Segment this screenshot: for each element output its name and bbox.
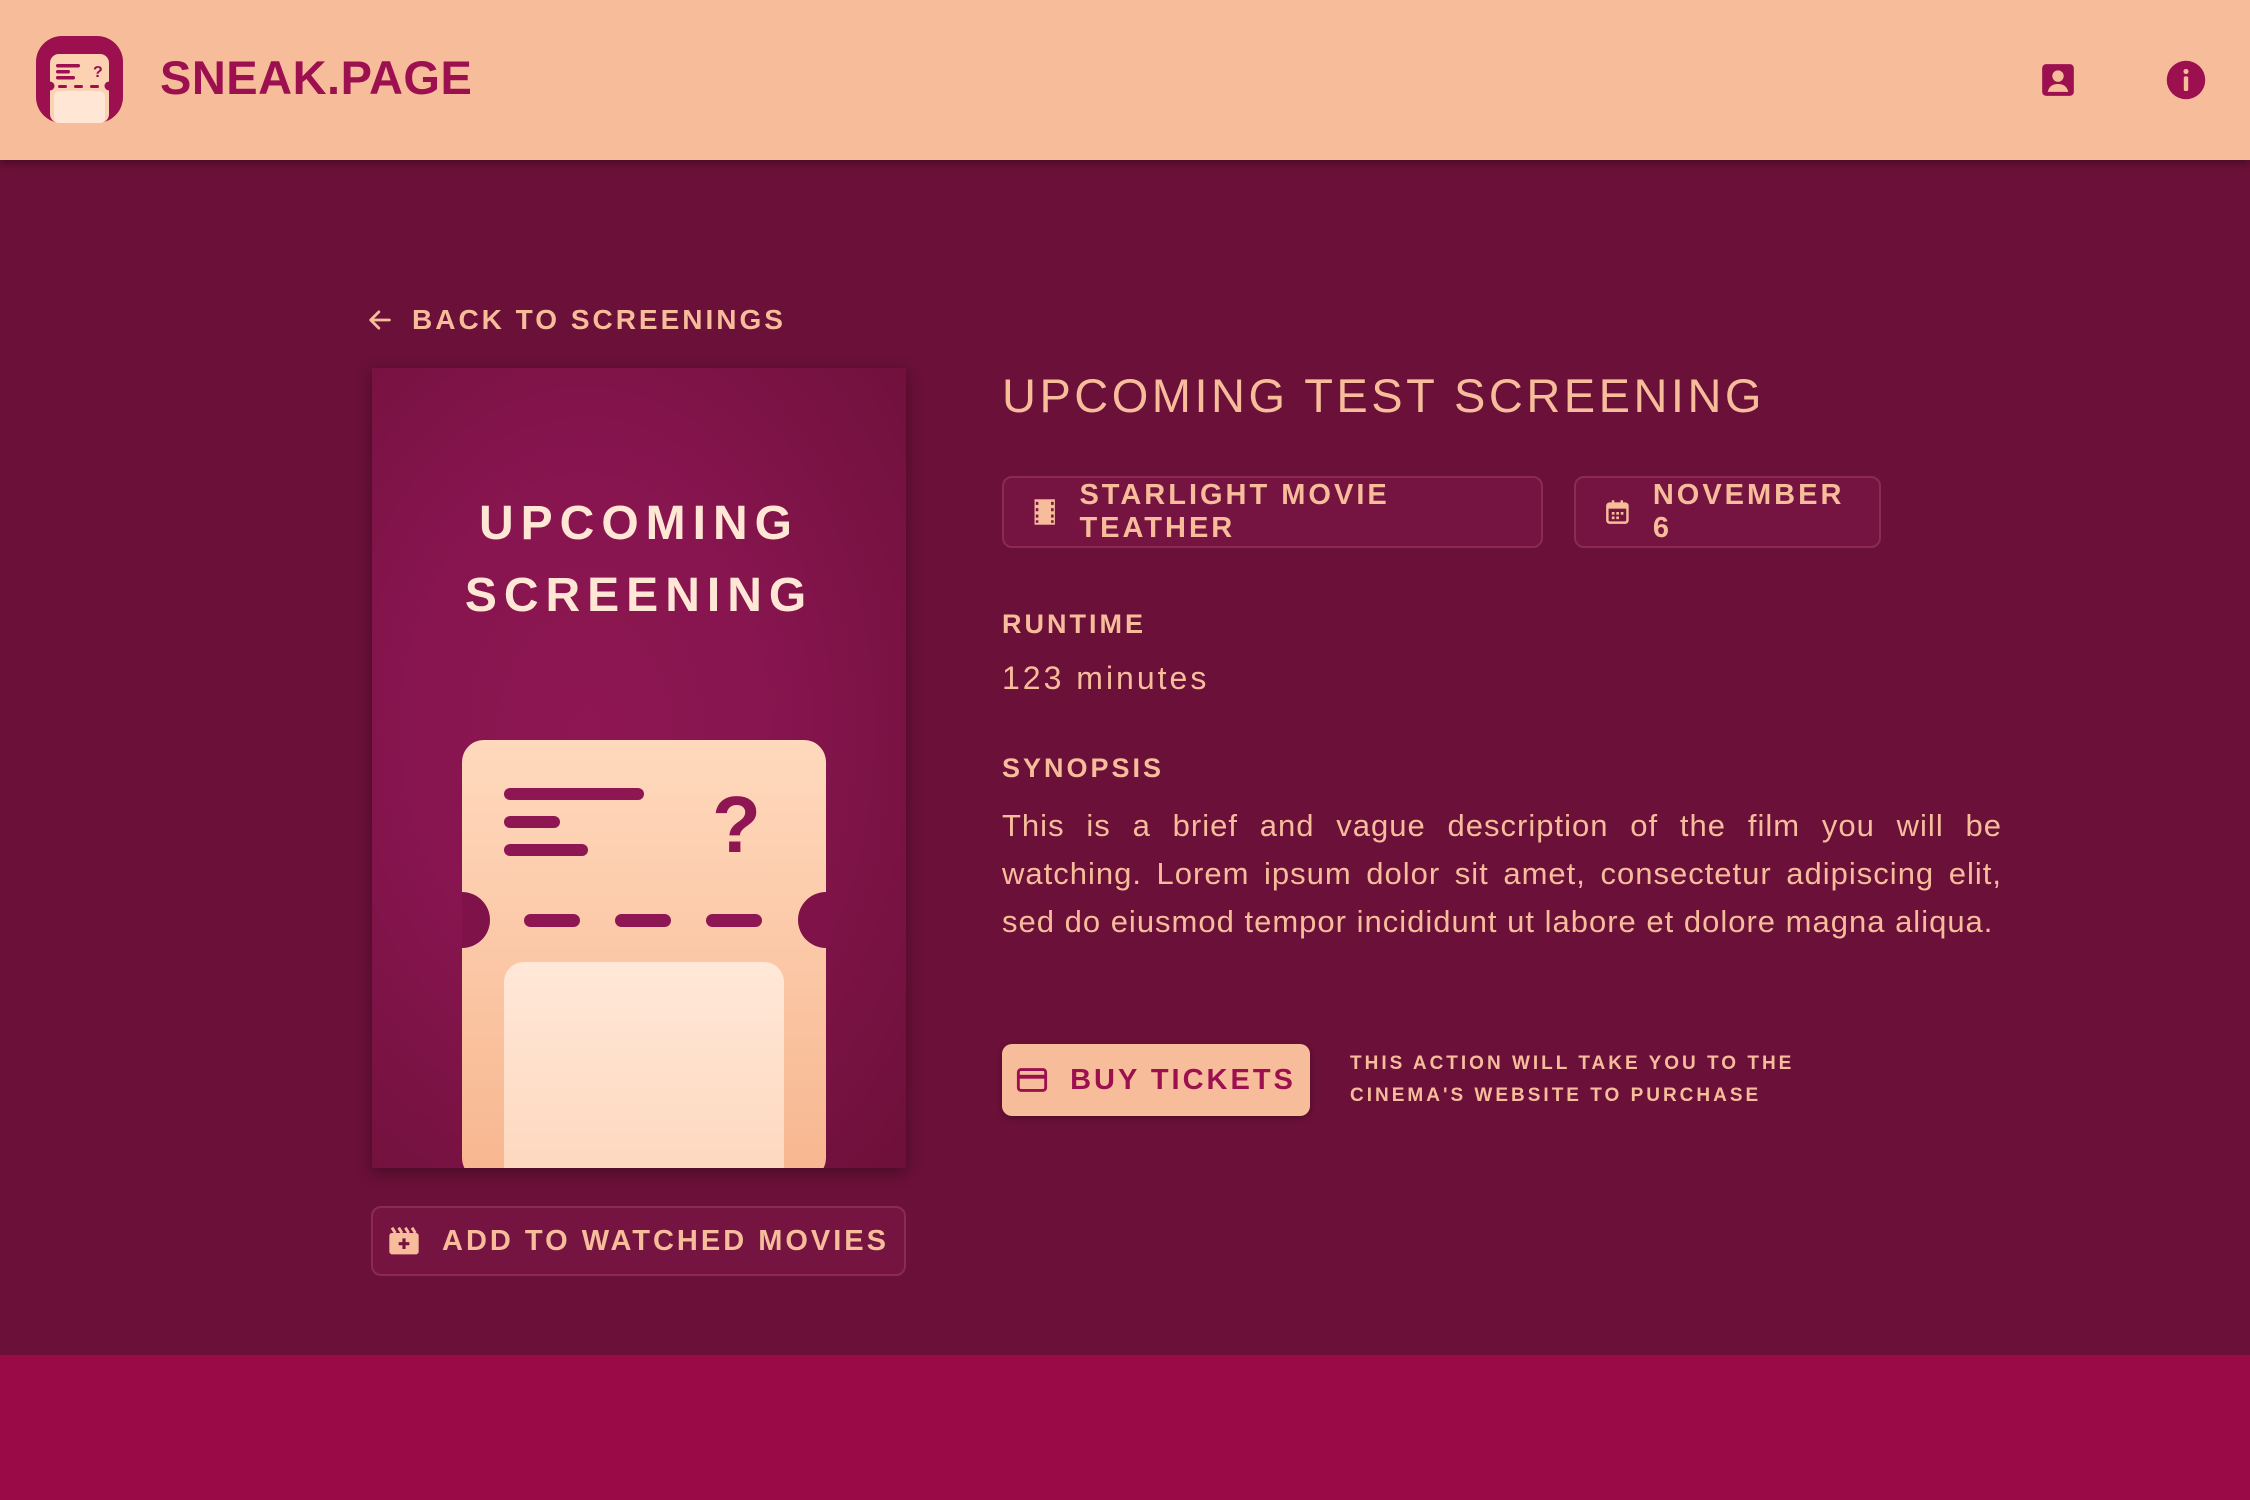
add-to-watched-button[interactable]: ADD TO WATCHED MOVIES bbox=[371, 1206, 906, 1276]
svg-text:?: ? bbox=[712, 780, 761, 869]
screening-date: NOVEMBER 6 bbox=[1652, 479, 1845, 544]
watched-button-label: ADD TO WATCHED MOVIES bbox=[442, 1224, 889, 1257]
page-footer bbox=[0, 1355, 2250, 1500]
calendar-icon bbox=[1606, 500, 1629, 524]
runtime-label: RUNTIME bbox=[1002, 609, 1146, 639]
cinema-chip[interactable]: STARLIGHT MOVIE TEATHER bbox=[1002, 476, 1543, 548]
buy-tickets-button[interactable]: BUY TICKETS bbox=[1002, 1044, 1310, 1116]
buy-tickets-note: THIS ACTION WILL TAKE YOU TO THE CINEMA'… bbox=[1350, 1053, 1795, 1106]
credit-card-icon bbox=[1016, 1068, 1048, 1092]
info-icon[interactable] bbox=[2162, 56, 2210, 104]
ticket-illustration-icon: ? bbox=[462, 740, 826, 1168]
back-link-label: BACK TO SCREENINGS bbox=[412, 304, 786, 335]
account-icon[interactable] bbox=[2034, 56, 2082, 104]
movie-add-icon bbox=[389, 1226, 419, 1255]
brand-name[interactable]: SNEAK.PAGE bbox=[160, 50, 472, 105]
back-to-screenings-link[interactable]: BACK TO SCREENINGS bbox=[366, 300, 786, 340]
screening-title: UPCOMING TEST SCREENING bbox=[1002, 369, 1765, 422]
poster-title-line2: SCREENING bbox=[464, 569, 814, 622]
movie-poster: UPCOMING SCREENING ? bbox=[372, 368, 906, 1168]
buy-tickets-label: BUY TICKETS bbox=[1070, 1063, 1296, 1096]
arrow-left-icon bbox=[369, 310, 391, 330]
ticket-logo-icon[interactable]: ? bbox=[36, 36, 123, 123]
date-chip[interactable]: NOVEMBER 6 bbox=[1574, 476, 1881, 548]
svg-text:?: ? bbox=[93, 64, 103, 81]
synopsis-text: This is a brief and vague description of… bbox=[1002, 808, 2002, 939]
film-icon bbox=[1034, 499, 1055, 525]
synopsis-label: SYNOPSIS bbox=[1002, 753, 1165, 783]
runtime-value: 123 minutes bbox=[1002, 660, 1210, 696]
app-header: ? SNEAK.PAGE bbox=[0, 0, 2250, 160]
poster-title: UPCOMING SCREENING bbox=[372, 488, 906, 632]
cinema-name: STARLIGHT MOVIE TEATHER bbox=[1079, 479, 1390, 544]
poster-title-line1: UPCOMING bbox=[479, 497, 799, 550]
